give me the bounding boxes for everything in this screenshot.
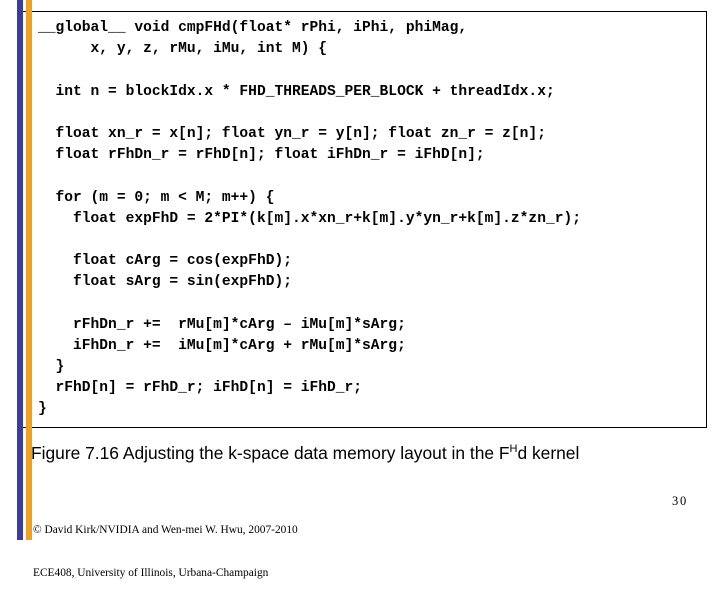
code-line: x, y, z, rMu, iMu, int M) { bbox=[38, 41, 328, 58]
code-listing-box: __global__ void cmpFHd(float* rPhi, iPhi… bbox=[17, 11, 707, 428]
footer-copyright-line: © David Kirk/NVIDIA and Wen-mei W. Hwu, … bbox=[33, 523, 298, 536]
figure-caption: Figure 7.16 Adjusting the k-space data m… bbox=[31, 443, 579, 464]
slide-footer: © David Kirk/NVIDIA and Wen-mei W. Hwu, … bbox=[33, 494, 298, 595]
code-line: iFhDn_r += iMu[m]*cArg + rMu[m]*sArg; bbox=[38, 337, 406, 354]
code-line: float cArg = cos(expFhD); bbox=[38, 253, 292, 270]
code-line: rFhD[n] = rFhD_r; iFhD[n] = iFhD_r; bbox=[38, 380, 363, 397]
figure-caption-prefix: Figure 7.16 Adjusting the k-space data m… bbox=[31, 443, 510, 463]
page-number-digit-1: 3 bbox=[672, 494, 679, 508]
figure-caption-suffix: d kernel bbox=[517, 443, 580, 463]
code-line: rFhDn_r += rMu[m]*cArg – iMu[m]*sArg; bbox=[38, 316, 406, 333]
code-line: } bbox=[38, 359, 65, 375]
code-line: float xn_r = x[n]; float yn_r = y[n]; fl… bbox=[38, 125, 546, 142]
accent-bar-orange bbox=[26, 0, 32, 540]
accent-bar-blue bbox=[17, 0, 23, 540]
code-line: } bbox=[38, 401, 47, 418]
code-line: float rFhDn_r = rFhD[n]; float iFhDn_r =… bbox=[38, 147, 485, 164]
code-line: int n = blockIdx.x * FHD_THREADS_PER_BLO… bbox=[38, 83, 555, 100]
code-line: float expFhD = 2*PI*(k[m].x*xn_r+k[m].y*… bbox=[38, 210, 581, 227]
code-line: __global__ void cmpFHd(float* rPhi, iPhi… bbox=[38, 20, 468, 36]
code-listing: __global__ void cmpFHd(float* rPhi, iPhi… bbox=[38, 18, 581, 421]
code-line: for (m = 0; m < M; m++) { bbox=[38, 189, 275, 206]
page-number-digit-2: 0 bbox=[680, 494, 687, 508]
slide-accent-bars bbox=[17, 0, 35, 540]
code-line: float sArg = sin(expFhD); bbox=[38, 274, 292, 291]
footer-course-line: ECE408, University of Illinois, Urbana-C… bbox=[33, 567, 269, 580]
